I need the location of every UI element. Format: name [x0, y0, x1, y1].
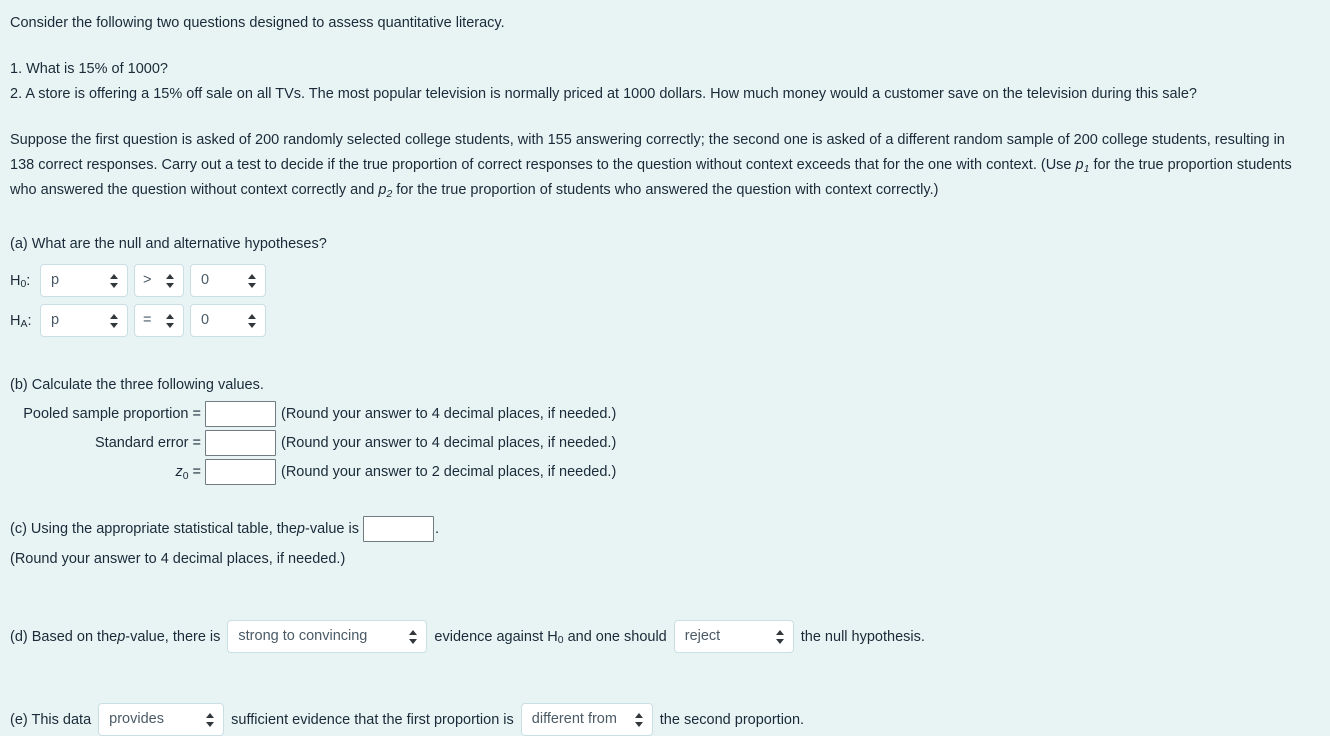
section-c-prefix: (c) Using the appropriate statistical ta… — [10, 521, 297, 537]
comparison-select[interactable]: different from — [520, 703, 653, 736]
alt-value-select[interactable]: 0 — [190, 304, 266, 337]
null-param-select[interactable]: p — [40, 264, 128, 297]
section-d-line: (d) Based on the p -value, there is stron… — [0, 620, 1330, 653]
z-statistic-hint: (Round your answer to 2 decimal places, … — [281, 464, 617, 480]
decision-select-wrap: reject — [673, 620, 794, 653]
section-d-pvalue-rest: -value, there is — [125, 628, 221, 645]
provides-select[interactable]: provides — [98, 703, 225, 736]
section-b: (b) Calculate the three following values… — [0, 337, 1330, 485]
standard-error-hint: (Round your answer to 4 decimal places, … — [281, 435, 617, 451]
standard-error-row: Standard error = (Round your answer to 4… — [0, 430, 1330, 456]
pooled-proportion-row: Pooled sample proportion = (Round your a… — [0, 401, 1330, 427]
pooled-proportion-hint: (Round your answer to 4 decimal places, … — [281, 406, 617, 422]
evidence-strength-select[interactable]: strong to convincing — [227, 620, 428, 653]
alt-hypothesis-row: HA: p = 0 — [0, 304, 1330, 337]
section-d-prefix: (d) Based on the — [10, 628, 118, 645]
z-statistic-input[interactable] — [205, 459, 276, 485]
pooled-proportion-input[interactable] — [205, 401, 276, 427]
section-a-prompt: (a) What are the null and alternative hy… — [10, 236, 327, 252]
section-c-period: . — [435, 521, 440, 537]
section-e-line: (e) This data provides sufficient eviden… — [0, 703, 1330, 736]
section-b-prompt: (b) Calculate the three following values… — [10, 377, 264, 393]
null-operator-select[interactable]: > — [134, 264, 184, 297]
section-d-middle: evidence against H0 and one should — [434, 628, 667, 647]
section-d: (d) Based on the p -value, there is stron… — [0, 572, 1330, 653]
questions-block: 1. What is 15% of 1000? 2. A store is of… — [0, 36, 1330, 107]
p-value-input[interactable] — [363, 516, 434, 542]
section-e-middle: sufficient evidence that the first propo… — [231, 711, 514, 728]
alt-hypothesis-label: HA: — [10, 312, 32, 331]
decision-select[interactable]: reject — [673, 620, 794, 653]
alt-param-select-wrap: p — [40, 304, 128, 337]
alt-value-select-wrap: 0 — [190, 304, 266, 337]
section-e: (e) This data provides sufficient eviden… — [0, 653, 1330, 736]
setup-text-part3: for the true proportion of students who … — [392, 182, 939, 198]
section-e-suffix: the second proportion. — [659, 711, 805, 728]
section-a: (a) What are the null and alternative hy… — [0, 203, 1330, 337]
section-c-pvalue-rest: -value is — [305, 521, 359, 537]
null-operator-select-wrap: > — [134, 264, 184, 297]
p2-symbol: p2 — [378, 182, 393, 200]
null-param-select-wrap: p — [40, 264, 128, 297]
standard-error-input[interactable] — [205, 430, 276, 456]
comparison-select-wrap: different from — [520, 703, 653, 736]
evidence-strength-select-wrap: strong to convincing — [227, 620, 428, 653]
section-d-pvalue-symbol: p — [117, 628, 126, 645]
section-c-line: (c) Using the appropriate statistical ta… — [0, 516, 1330, 542]
setup-paragraph: Suppose the first question is asked of 2… — [0, 128, 1320, 203]
provides-select-wrap: provides — [98, 703, 225, 736]
exercise-page: Consider the following two questions des… — [0, 0, 1330, 736]
p1-symbol: p1 — [1075, 157, 1090, 175]
section-e-prefix: (e) This data — [10, 711, 92, 728]
null-value-select[interactable]: 0 — [190, 264, 266, 297]
standard-error-label: Standard error = — [95, 435, 201, 451]
null-value-select-wrap: 0 — [190, 264, 266, 297]
intro-text: Consider the following two questions des… — [10, 15, 505, 31]
section-c-pvalue-symbol: p — [296, 521, 305, 537]
pooled-proportion-label: Pooled sample proportion = — [23, 406, 201, 422]
question-1: 1. What is 15% of 1000? — [10, 61, 168, 77]
section-c-hint: (Round your answer to 4 decimal places, … — [10, 551, 346, 567]
section-c: (c) Using the appropriate statistical ta… — [0, 485, 1330, 572]
alt-operator-select-wrap: = — [134, 304, 184, 337]
z-statistic-row: z0 = (Round your answer to 2 decimal pla… — [0, 459, 1330, 485]
null-hypothesis-label: H0: — [10, 272, 31, 291]
alt-operator-select[interactable]: = — [134, 304, 184, 337]
null-hypothesis-row: H0: p > 0 — [0, 264, 1330, 297]
question-2: 2. A store is offering a 15% off sale on… — [10, 86, 1197, 102]
alt-param-select[interactable]: p — [40, 304, 128, 337]
z-statistic-label: z0 = — [175, 464, 201, 482]
section-d-suffix: the null hypothesis. — [800, 628, 925, 645]
setup-block: Suppose the first question is asked of 2… — [0, 107, 1320, 203]
